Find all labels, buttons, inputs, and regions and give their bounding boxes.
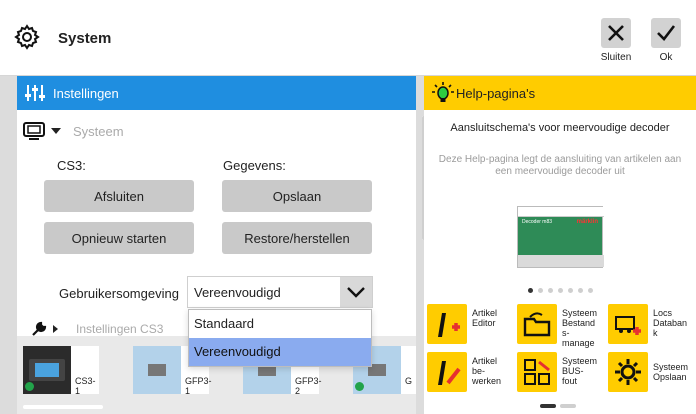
chevron-down-icon — [51, 128, 61, 134]
environment-dropdown-list: Standaard Vereenvoudigd — [188, 309, 372, 367]
tile-label: Locs Databan k — [653, 308, 688, 338]
tile-label: Artikel Editor — [472, 308, 498, 328]
artikel-editor-icon — [427, 304, 467, 344]
sliders-icon — [25, 85, 45, 101]
tile-label: Artikel be- werken — [472, 356, 502, 386]
check-badge — [355, 382, 364, 391]
carousel-dots[interactable] — [424, 288, 696, 293]
carousel-dot[interactable] — [527, 288, 533, 293]
settings-cs3-label: Instellingen CS3 — [76, 322, 164, 336]
carousel-dot[interactable] — [537, 288, 543, 293]
article-name: GFP3-1 — [185, 376, 212, 396]
data-label: Gegevens: — [223, 158, 286, 173]
gear-icon — [14, 24, 40, 50]
system-save-icon — [608, 352, 648, 392]
carousel-dot[interactable] — [547, 288, 553, 293]
article-name: GFP3-2 — [295, 376, 322, 396]
article-name: CS3-1 — [75, 376, 96, 396]
carousel-dot[interactable] — [587, 288, 593, 293]
title-bar: System Sluiten Ok — [0, 0, 696, 76]
decoder-brand: märklin — [576, 219, 598, 225]
help-header: Help-pagina's — [424, 76, 696, 110]
tile-system-save[interactable]: Systeem Opslaan — [608, 352, 694, 396]
environment-select[interactable]: Vereenvoudigd — [187, 276, 373, 308]
check-icon — [657, 25, 676, 41]
restore-button[interactable]: Restore/herstellen — [222, 222, 372, 254]
help-panel: Help-pagina's Aansluitschema's voor meer… — [424, 76, 696, 414]
restart-button[interactable]: Opnieuw starten — [44, 222, 194, 254]
file-manager-icon — [517, 304, 557, 344]
ok-label: Ok — [659, 52, 673, 63]
page-dot[interactable] — [540, 404, 556, 408]
option-standaard[interactable]: Standaard — [189, 310, 371, 338]
lightbulb-icon — [432, 82, 454, 102]
system-dropdown[interactable]: Systeem — [23, 120, 124, 142]
settings-header: Instellingen — [17, 76, 416, 110]
page-dot[interactable] — [560, 404, 576, 408]
close-button[interactable]: Sluiten — [596, 18, 636, 63]
monitor-icon — [23, 122, 45, 140]
window-title: System — [58, 30, 112, 47]
environment-value: Vereenvoudigd — [194, 285, 281, 300]
close-label: Sluiten — [600, 52, 632, 63]
tile-label: Systeem BUS- fout — [562, 356, 598, 386]
tile-artikel-editor[interactable]: Artikel Editor — [427, 304, 513, 348]
decoder-image[interactable]: Decoder m83 märklin — [517, 206, 604, 268]
carousel-dot[interactable] — [567, 288, 573, 293]
shutdown-button[interactable]: Afsluiten — [44, 180, 194, 212]
edit-article-icon — [427, 352, 467, 392]
locs-database-icon — [608, 304, 648, 344]
help-page-title: Aansluitschema's voor meervoudige decode… — [450, 122, 670, 134]
select-arrow[interactable] — [340, 277, 372, 307]
bus-error-icon — [517, 352, 557, 392]
carousel-dot[interactable] — [557, 288, 563, 293]
option-vereenvoudigd[interactable]: Vereenvoudigd — [189, 338, 371, 366]
article-item[interactable]: CS3-1 — [23, 346, 99, 396]
help-title-header: Help-pagina's — [456, 86, 536, 101]
chevron-right-icon — [53, 325, 58, 333]
environment-label: Gebruikersomgeving — [59, 286, 179, 301]
article-name: G — [405, 376, 413, 386]
wrench-icon — [32, 321, 47, 336]
chevron-down-icon — [347, 286, 365, 298]
cs3-label: CS3: — [57, 158, 86, 173]
carousel-dot[interactable] — [577, 288, 583, 293]
settings-title: Instellingen — [53, 86, 119, 101]
close-icon — [608, 25, 624, 41]
page-indicator[interactable] — [540, 404, 576, 408]
tile-file-manager[interactable]: Systeem Bestand s- manage — [517, 304, 603, 348]
ok-button[interactable]: Ok — [646, 18, 686, 63]
check-badge — [25, 382, 34, 391]
tile-locs-database[interactable]: Locs Databan k — [608, 304, 694, 348]
decoder-tag: Decoder m83 — [522, 219, 553, 225]
system-dropdown-label: Systeem — [73, 123, 124, 139]
strip-scrollbar[interactable] — [23, 405, 103, 409]
tile-label: Systeem Bestand s- manage — [562, 308, 598, 348]
tile-bus-error[interactable]: Systeem BUS- fout — [517, 352, 603, 396]
gfp-thumbnail — [133, 346, 181, 394]
tile-artikel-bewerken[interactable]: Artikel be- werken — [427, 352, 513, 396]
save-button[interactable]: Opslaan — [222, 180, 372, 212]
tile-label: Systeem Opslaan — [653, 362, 689, 382]
help-page-description: Deze Help-pagina legt de aansluiting van… — [438, 154, 682, 177]
